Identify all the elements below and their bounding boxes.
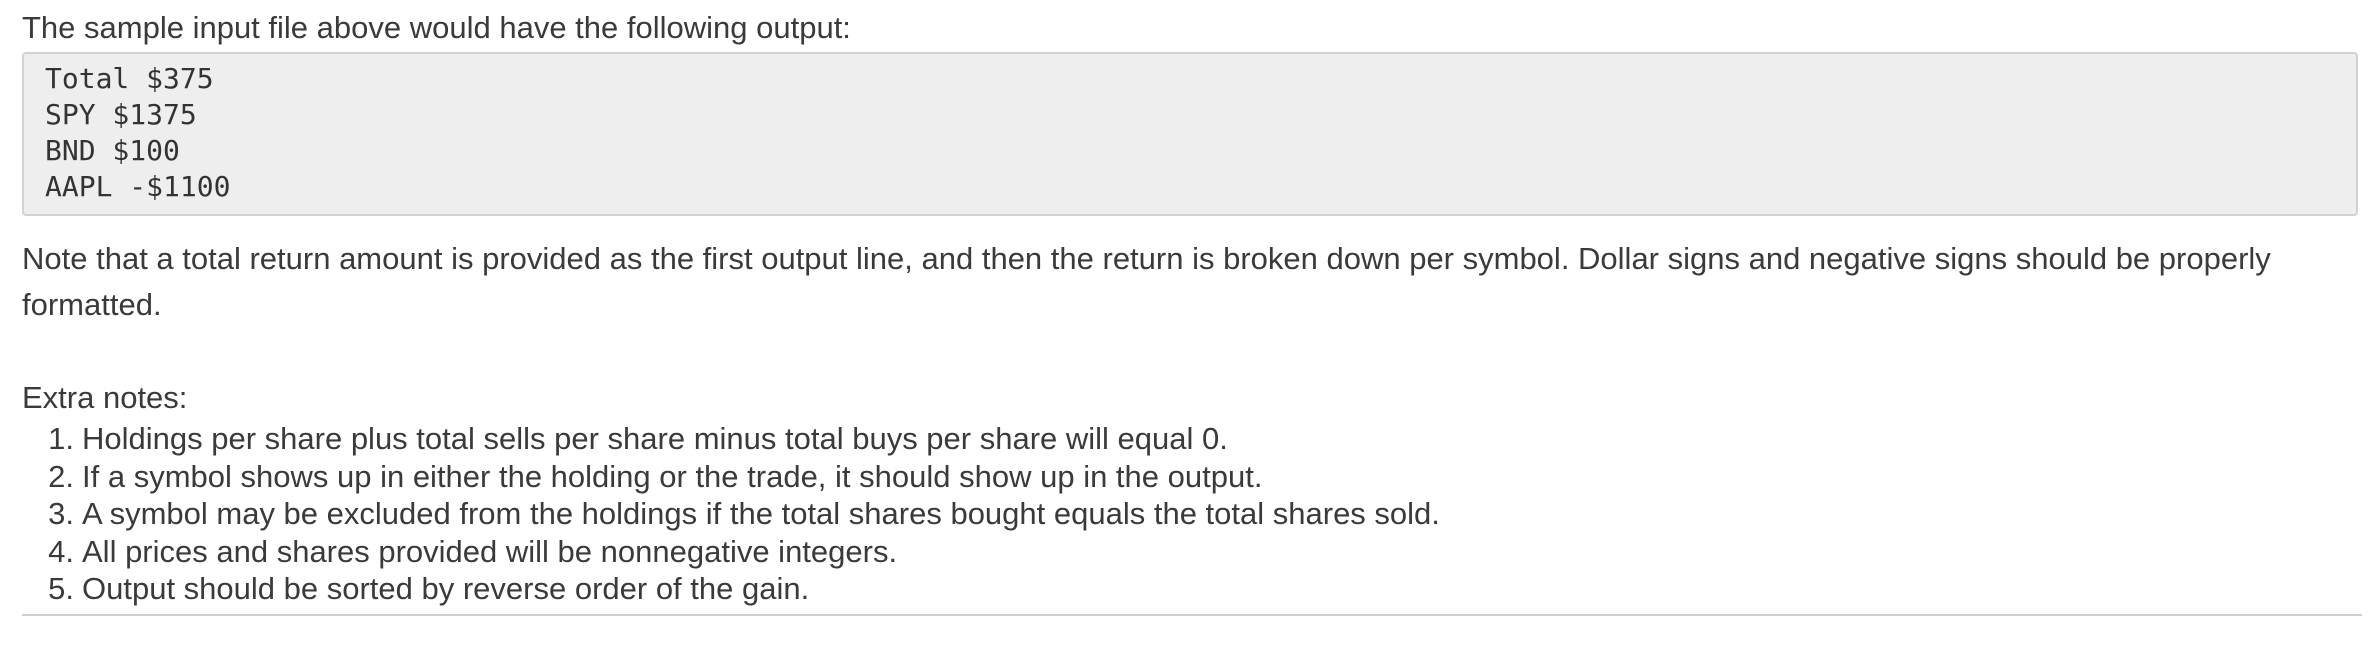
list-item-number: 5. xyxy=(48,571,74,606)
note-paragraph: Note that a total return amount is provi… xyxy=(22,241,2271,322)
list-item: 1. Holdings per share plus total sells p… xyxy=(22,420,1440,458)
list-item-number: 4. xyxy=(48,533,74,569)
list-item-text: All prices and shares provided will be n… xyxy=(82,533,898,569)
list-item-text: A symbol may be excluded from the holdin… xyxy=(82,496,1440,531)
list-item-number: 1. xyxy=(48,421,74,456)
list-item: 5. Output should be sorted by reverse or… xyxy=(22,570,1440,608)
output-code-block: Total $375 SPY $1375 BND $100 AAPL -$110… xyxy=(22,52,2358,216)
list-item-number: 2. xyxy=(48,458,74,494)
divider xyxy=(22,614,2362,616)
list-item-number: 3. xyxy=(48,496,74,531)
list-item-text: Holdings per share plus total sells per … xyxy=(82,421,1228,456)
list-item-text: Output should be sorted by reverse order… xyxy=(82,571,810,606)
extra-notes-heading: Extra notes: xyxy=(22,380,188,415)
code-line-spy: SPY $1375 xyxy=(45,98,197,131)
list-item: 2. If a symbol shows up in either the ho… xyxy=(22,458,1440,496)
list-item: 4. All prices and shares provided will b… xyxy=(22,533,1440,571)
list-item: 3. A symbol may be excluded from the hol… xyxy=(22,495,1440,533)
code-line-total: Total $375 xyxy=(45,62,214,95)
extra-notes-list: 1. Holdings per share plus total sells p… xyxy=(22,420,1440,608)
code-line-aapl: AAPL -$1100 xyxy=(45,170,231,203)
intro-text: The sample input file above would have t… xyxy=(22,10,851,45)
list-item-text: If a symbol shows up in either the holdi… xyxy=(82,458,1263,494)
code-line-bnd: BND $100 xyxy=(45,134,180,167)
